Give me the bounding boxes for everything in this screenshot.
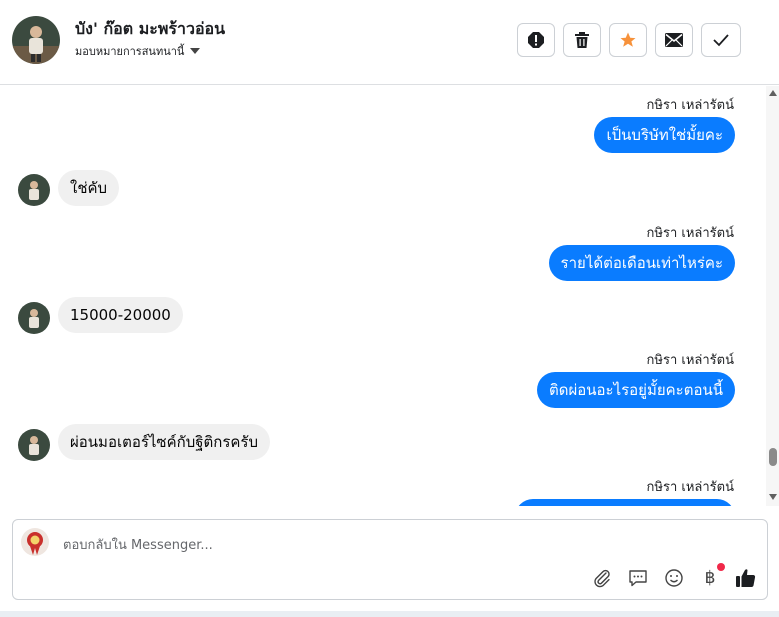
- reply-composer: ฿: [12, 519, 768, 600]
- outgoing-message[interactable]: เป็นบริษัทใช่มั้ยคะ: [594, 117, 735, 153]
- outgoing-message-partial[interactable]: [515, 499, 735, 506]
- payment-baht-icon: ฿: [704, 568, 716, 588]
- like-button[interactable]: [735, 567, 757, 589]
- incoming-message[interactable]: 15000-20000: [58, 297, 183, 333]
- bottom-border: [0, 611, 779, 617]
- header-actions: [517, 23, 741, 57]
- sender-name: กษิรา เหล่ารัตน์: [646, 98, 734, 113]
- trash-icon: [575, 32, 589, 48]
- page-avatar: [21, 528, 49, 556]
- sender-name: กษิรา เหล่ารัตน์: [646, 353, 734, 368]
- notification-dot: [717, 563, 725, 571]
- contact-name[interactable]: บัง' ก๊อต มะพร้าวอ่อน: [75, 17, 225, 42]
- delete-button[interactable]: [563, 23, 601, 57]
- thumbs-up-icon: [736, 569, 756, 587]
- incoming-message[interactable]: ผ่อนมอเตอร์ไซค์กับฐิติกรครับ: [58, 424, 271, 460]
- report-button[interactable]: [517, 23, 555, 57]
- contact-avatar-small: [18, 429, 50, 461]
- caret-down-icon: [190, 48, 201, 54]
- outgoing-message[interactable]: ติดผ่อนอะไรอยู่มั้ยคะตอนนี้: [536, 372, 735, 408]
- message-thread[interactable]: กษิรา เหล่ารัตน์ เป็นบริษัทใช่มั้ยคะ ใช่…: [0, 86, 766, 506]
- incoming-message[interactable]: ใช่คับ: [58, 170, 120, 206]
- scroll-thumb[interactable]: [769, 448, 777, 466]
- star-icon: [620, 32, 636, 47]
- mail-icon: [665, 33, 683, 47]
- sender-name: กษิรา เหล่ารัตน์: [646, 480, 734, 495]
- assign-label: มอบหมายการสนทนานี้: [75, 45, 185, 58]
- contact-avatar-small: [18, 302, 50, 334]
- conversation-header: บัง' ก๊อต มะพร้าวอ่อน มอบหมายการสนทนานี้: [0, 0, 779, 85]
- mark-done-button[interactable]: [701, 23, 741, 57]
- emoji-button[interactable]: [663, 567, 685, 589]
- composer-tools: ฿: [591, 563, 757, 589]
- check-icon: [713, 34, 729, 47]
- scroll-down-arrow-icon[interactable]: [769, 494, 777, 500]
- mail-button[interactable]: [655, 23, 693, 57]
- contact-avatar[interactable]: [12, 16, 60, 64]
- attach-button[interactable]: [591, 567, 613, 589]
- attach-icon: [594, 569, 610, 588]
- sender-name: กษิรา เหล่ารัตน์: [646, 226, 734, 241]
- outgoing-message[interactable]: รายได้ต่อเดือนเท่าไหร่คะ: [548, 245, 735, 281]
- star-button[interactable]: [609, 23, 647, 57]
- reply-input[interactable]: [61, 530, 745, 560]
- emoji-icon: [665, 569, 683, 587]
- payment-button[interactable]: ฿: [699, 563, 725, 589]
- scroll-up-arrow-icon[interactable]: [769, 90, 777, 96]
- saved-replies-icon: [629, 570, 647, 587]
- thread-scrollbar[interactable]: [766, 86, 779, 506]
- saved-replies-button[interactable]: [627, 567, 649, 589]
- assign-conversation-dropdown[interactable]: มอบหมายการสนทนานี้: [75, 42, 201, 60]
- report-icon: [528, 32, 544, 48]
- contact-avatar-small: [18, 174, 50, 206]
